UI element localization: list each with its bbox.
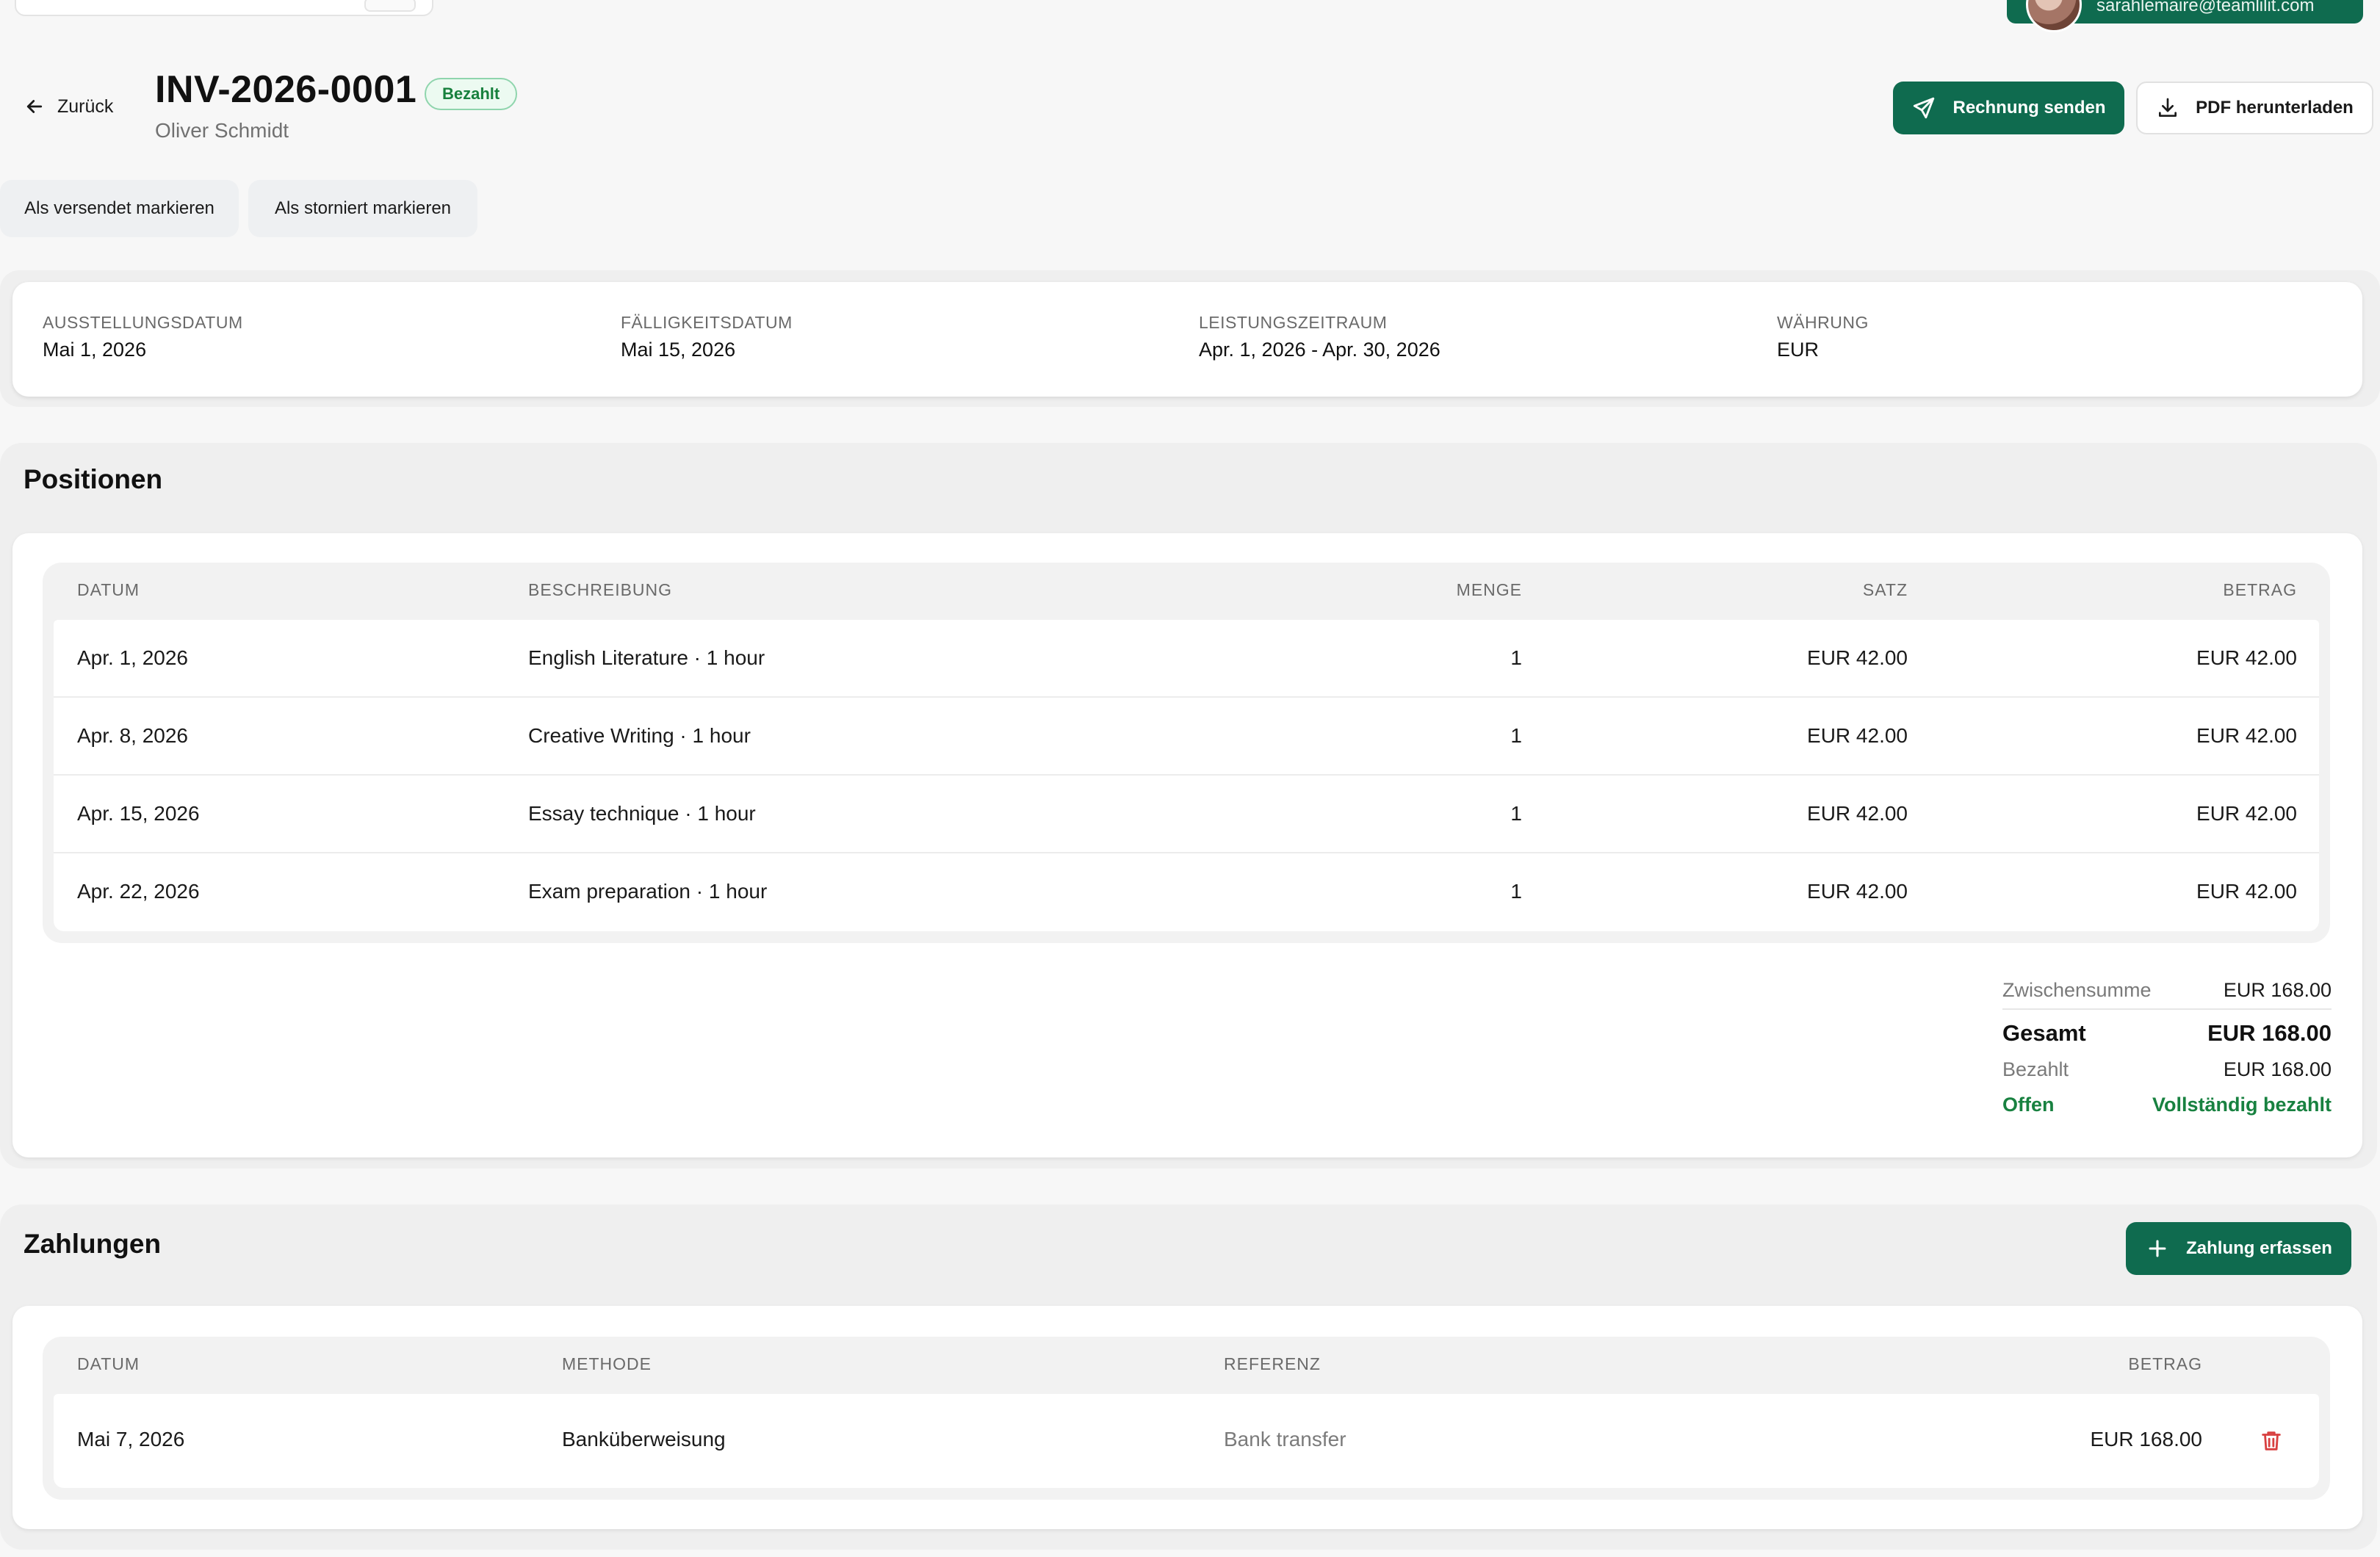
row-date: Apr. 8, 2026 [77, 724, 189, 747]
row-amount: EUR 42.00 [2196, 880, 2297, 903]
table-row: Apr. 22, 2026 Exam preparation · 1 hour … [54, 853, 2319, 931]
add-payment-button[interactable]: Zahlung erfassen [2126, 1222, 2351, 1275]
positions-title: Positionen [24, 464, 163, 494]
download-pdf-button[interactable]: PDF herunterladen [2136, 82, 2373, 134]
col-method: METHODE [562, 1354, 652, 1373]
payment-reference: Bank transfer [1224, 1428, 1346, 1451]
user-email: sarahlemaire@teamlilit.com [2096, 0, 2315, 15]
open-row: Offen Vollständig bezahlt [2002, 1088, 2332, 1124]
download-pdf-label: PDF herunterladen [2196, 98, 2354, 118]
subtotal-label: Zwischensumme [2002, 979, 2152, 1001]
due-date: FÄLLIGKEITSDATUM Mai 15, 2026 [621, 313, 793, 361]
subtotal-value: EUR 168.00 [2223, 979, 2332, 1001]
payment-method: Banküberweisung [562, 1428, 726, 1451]
currency-value: EUR [1777, 339, 1820, 361]
paid-row: Bezahlt EUR 168.00 [2002, 1052, 2332, 1088]
trash-icon[interactable] [2259, 1428, 2284, 1453]
global-search-input[interactable] [15, 0, 433, 16]
row-amount: EUR 42.00 [2196, 724, 2297, 747]
paid-label: Bezahlt [2002, 1058, 2069, 1080]
paid-value: EUR 168.00 [2223, 1058, 2332, 1080]
user-menu[interactable]: sarahlemaire@teamlilit.com [2007, 0, 2363, 32]
row-rate: EUR 42.00 [1807, 646, 1908, 669]
subtotal-row: Zwischensumme EUR 168.00 [2002, 973, 2332, 1010]
table-row: Mai 7, 2026 Banküberweisung Bank transfe… [54, 1394, 2319, 1488]
payments-table-header: DATUM METHODE REFERENZ BETRAG [43, 1337, 2330, 1394]
invoice-totals: Zwischensumme EUR 168.00 Gesamt EUR 168.… [2002, 973, 2332, 1124]
issue-date-value: Mai 1, 2026 [43, 339, 147, 361]
table-row: Apr. 15, 2026 Essay technique · 1 hour 1… [54, 776, 2319, 853]
col-amount: BETRAG [2223, 580, 2297, 599]
mark-cancelled-button[interactable]: Als storniert markieren [248, 180, 477, 237]
arrow-left-icon [26, 100, 43, 113]
service-period-label: LEISTUNGSZEITRAUM [1199, 313, 1388, 332]
payment-amount: EUR 168.00 [2090, 1428, 2202, 1451]
currency: WÄHRUNG EUR [1777, 313, 1869, 361]
table-row: Apr. 1, 2026 English Literature · 1 hour… [54, 620, 2319, 698]
table-row: Apr. 8, 2026 Creative Writing · 1 hour 1… [54, 698, 2319, 776]
col-date: DATUM [77, 1354, 140, 1373]
search-shortcut-hint [364, 0, 416, 12]
positions-table-body: Apr. 1, 2026 English Literature · 1 hour… [54, 620, 2319, 931]
send-invoice-label: Rechnung senden [1952, 98, 2106, 118]
page-title: INV-2026-0001 [155, 68, 417, 111]
col-quantity: MENGE [1456, 580, 1522, 599]
col-reference: REFERENZ [1224, 1354, 1321, 1373]
row-amount: EUR 42.00 [2196, 802, 2297, 825]
row-quantity: 1 [1510, 802, 1522, 825]
col-rate: SATZ [1862, 580, 1908, 599]
download-icon [2159, 98, 2177, 117]
row-quantity: 1 [1510, 646, 1522, 669]
currency-label: WÄHRUNG [1777, 313, 1869, 332]
positions-table: DATUM BESCHREIBUNG MENGE SATZ BETRAG Apr… [43, 563, 2330, 943]
row-date: Apr. 22, 2026 [77, 880, 200, 903]
open-label: Offen [2002, 1094, 2055, 1116]
row-date: Apr. 15, 2026 [77, 802, 200, 825]
row-description: English Literature · 1 hour [528, 646, 765, 669]
issue-date: AUSSTELLUNGSDATUM Mai 1, 2026 [43, 313, 243, 361]
row-description: Essay technique · 1 hour [528, 802, 756, 825]
service-period: LEISTUNGSZEITRAUM Apr. 1, 2026 - Apr. 30… [1199, 313, 1440, 361]
invoice-meta-card: AUSSTELLUNGSDATUM Mai 1, 2026 FÄLLIGKEIT… [12, 282, 2362, 397]
row-description: Exam preparation · 1 hour [528, 880, 768, 903]
row-quantity: 1 [1510, 724, 1522, 747]
total-label: Gesamt [2002, 1020, 2086, 1046]
payments-title: Zahlungen [24, 1229, 162, 1259]
send-invoice-button[interactable]: Rechnung senden [1893, 82, 2124, 134]
positions-table-header: DATUM BESCHREIBUNG MENGE SATZ BETRAG [43, 563, 2330, 620]
row-amount: EUR 42.00 [2196, 646, 2297, 669]
col-amount: BETRAG [2128, 1354, 2202, 1373]
row-description: Creative Writing · 1 hour [528, 724, 751, 747]
issue-date-label: AUSSTELLUNGSDATUM [43, 313, 243, 332]
open-value: Vollständig bezahlt [2152, 1094, 2332, 1116]
add-payment-label: Zahlung erfassen [2186, 1238, 2332, 1258]
row-rate: EUR 42.00 [1807, 724, 1908, 747]
plus-icon [2149, 1240, 2166, 1257]
due-date-label: FÄLLIGKEITSDATUM [621, 313, 793, 332]
back-label: Zurück [57, 95, 114, 117]
avatar [2026, 0, 2082, 32]
payments-table-body: Mai 7, 2026 Banküberweisung Bank transfe… [54, 1394, 2319, 1488]
service-period-value: Apr. 1, 2026 - Apr. 30, 2026 [1199, 339, 1440, 361]
status-badge: Bezahlt [425, 78, 518, 110]
row-quantity: 1 [1510, 880, 1522, 903]
payments-table: DATUM METHODE REFERENZ BETRAG Mai 7, 202… [43, 1337, 2330, 1500]
invoice-detail-page: sarahlemaire@teamlilit.com Zurück INV-20… [0, 0, 2380, 1557]
paper-plane-icon [1914, 97, 1935, 119]
client-name: Oliver Schmidt [155, 119, 289, 142]
col-date: DATUM [77, 580, 140, 599]
row-date: Apr. 1, 2026 [77, 646, 189, 669]
col-description: BESCHREIBUNG [528, 580, 673, 599]
total-row: Gesamt EUR 168.00 [2002, 1014, 2332, 1052]
payment-date: Mai 7, 2026 [77, 1428, 185, 1451]
payments-card: DATUM METHODE REFERENZ BETRAG Mai 7, 202… [12, 1306, 2362, 1529]
total-value: EUR 168.00 [2207, 1020, 2332, 1046]
row-rate: EUR 42.00 [1807, 880, 1908, 903]
mark-sent-button[interactable]: Als versendet markieren [0, 180, 239, 237]
back-link[interactable]: Zurück [24, 95, 113, 118]
due-date-value: Mai 15, 2026 [621, 339, 736, 361]
row-rate: EUR 42.00 [1807, 802, 1908, 825]
